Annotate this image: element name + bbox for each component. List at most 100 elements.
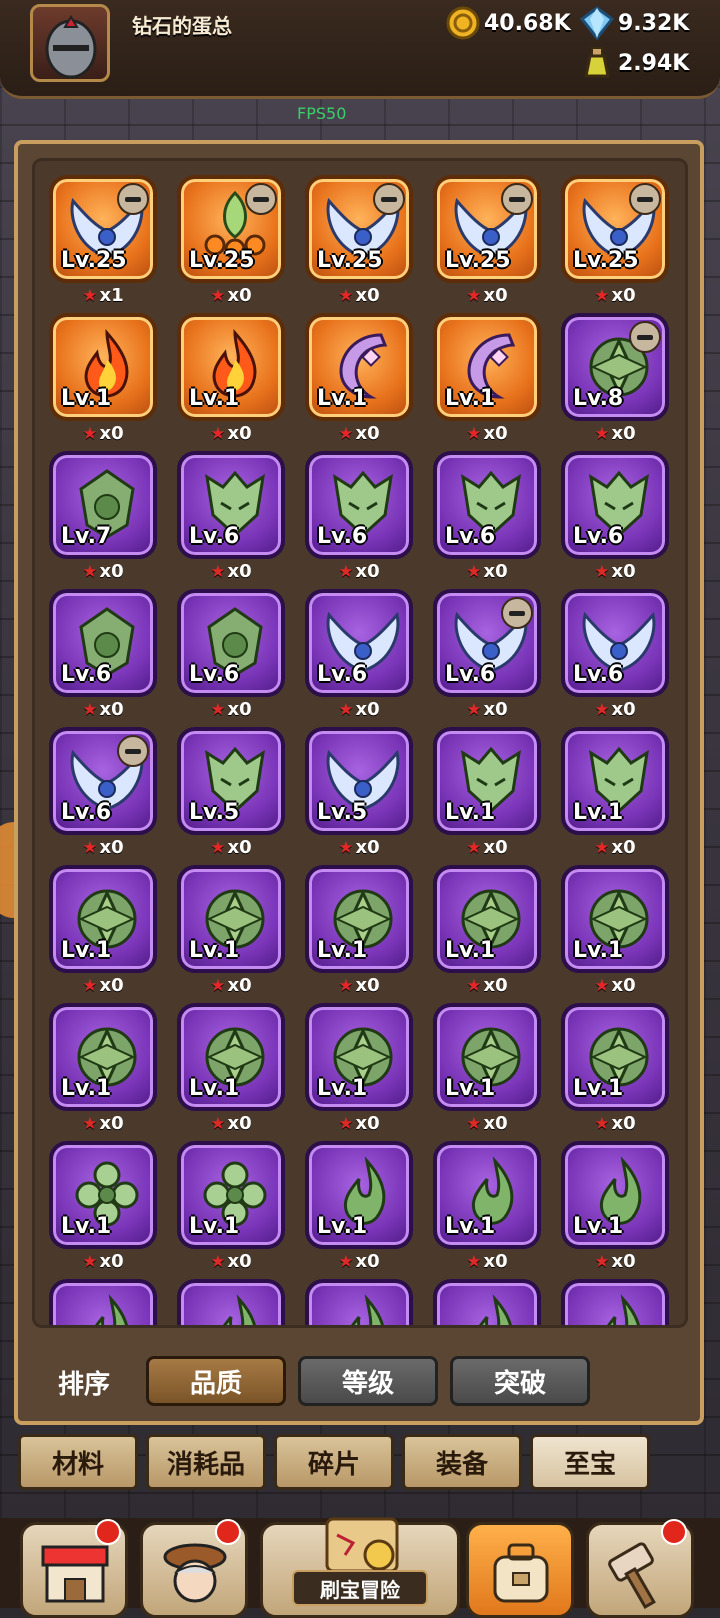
nav-hero-button[interactable] [140, 1519, 248, 1618]
inventory-slot[interactable] [433, 1279, 541, 1325]
tab-consumables[interactable]: 消耗品 [146, 1434, 266, 1490]
inventory-slot[interactable]: Lv.1 ★ x0 [49, 1003, 157, 1134]
sort-breakthrough-button[interactable]: 突破 [450, 1356, 590, 1406]
tab-materials[interactable]: 材料 [18, 1434, 138, 1490]
sort-quality-button[interactable]: 品质 [146, 1356, 286, 1406]
inventory-slot[interactable]: Lv.6 ★ x0 [177, 451, 285, 582]
treasure-item-card[interactable]: Lv.6 [177, 589, 285, 697]
inventory-slot[interactable]: Lv.25 ★ x0 [561, 175, 669, 306]
inventory-slot[interactable]: Lv.6 ★ x0 [177, 589, 285, 720]
inventory-slot[interactable] [305, 1279, 413, 1325]
treasure-item-card[interactable]: Lv.1 [49, 1141, 157, 1249]
treasure-item-card[interactable]: Lv.6 [433, 589, 541, 697]
inventory-slot[interactable]: Lv.1 ★ x0 [49, 865, 157, 996]
inventory-slot[interactable] [177, 1279, 285, 1325]
inventory-slot[interactable]: Lv.1 ★ x0 [433, 313, 541, 444]
treasure-item-card[interactable]: Lv.5 [305, 727, 413, 835]
inventory-slot[interactable]: Lv.1 ★ x0 [305, 1003, 413, 1134]
treasure-item-card[interactable]: Lv.25 [305, 175, 413, 283]
treasure-item-card[interactable]: Lv.1 [305, 865, 413, 973]
inventory-slot[interactable]: Lv.1 ★ x0 [561, 1003, 669, 1134]
treasure-item-card[interactable]: Lv.1 [305, 1003, 413, 1111]
treasure-item-card[interactable]: Lv.1 [433, 1003, 541, 1111]
treasure-item-card[interactable]: Lv.1 [177, 1003, 285, 1111]
inventory-slot[interactable]: Lv.1 ★ x0 [305, 865, 413, 996]
inventory-slot[interactable]: Lv.1 ★ x0 [433, 1141, 541, 1272]
treasure-item-card[interactable]: Lv.1 [177, 313, 285, 421]
treasure-item-card[interactable]: Lv.1 [49, 865, 157, 973]
gold-counter[interactable]: 40.68K [446, 6, 571, 40]
treasure-item-card[interactable]: Lv.1 [177, 1141, 285, 1249]
treasure-item-card[interactable]: Lv.25 [177, 175, 285, 283]
player-avatar[interactable] [30, 4, 110, 82]
treasure-item-card[interactable]: Lv.1 [433, 313, 541, 421]
treasure-item-card[interactable] [433, 1279, 541, 1325]
nav-forge-button[interactable] [586, 1519, 694, 1618]
inventory-slot[interactable]: Lv.1 ★ x0 [561, 865, 669, 996]
inventory-slot[interactable]: Lv.6 ★ x0 [433, 451, 541, 582]
tab-equipment[interactable]: 装备 [402, 1434, 522, 1490]
treasure-item-card[interactable]: Lv.1 [305, 1141, 413, 1249]
inventory-slot[interactable]: Lv.1 ★ x0 [49, 1141, 157, 1272]
inventory-slot[interactable]: Lv.6 ★ x0 [305, 451, 413, 582]
inventory-slot[interactable]: Lv.1 ★ x0 [177, 1003, 285, 1134]
treasure-item-card[interactable] [305, 1279, 413, 1325]
inventory-slot[interactable]: Lv.6 ★ x0 [433, 589, 541, 720]
inventory-slot[interactable] [49, 1279, 157, 1325]
inventory-slot[interactable]: Lv.5 ★ x0 [305, 727, 413, 858]
tab-fragments[interactable]: 碎片 [274, 1434, 394, 1490]
potion-counter[interactable]: 2.94K [580, 46, 689, 80]
treasure-item-card[interactable]: Lv.6 [561, 589, 669, 697]
treasure-item-card[interactable]: Lv.6 [177, 451, 285, 559]
treasure-item-card[interactable]: Lv.8 [561, 313, 669, 421]
treasure-item-card[interactable] [561, 1279, 669, 1325]
treasure-item-card[interactable]: Lv.25 [49, 175, 157, 283]
inventory-slot[interactable]: Lv.1 ★ x0 [433, 727, 541, 858]
inventory-slot[interactable]: Lv.1 ★ x0 [177, 1141, 285, 1272]
treasure-item-card[interactable]: Lv.1 [561, 1141, 669, 1249]
treasure-item-card[interactable]: Lv.1 [177, 865, 285, 973]
inventory-slot[interactable]: Lv.1 ★ x0 [433, 1003, 541, 1134]
inventory-slot[interactable]: Lv.1 ★ x0 [433, 865, 541, 996]
sort-level-button[interactable]: 等级 [298, 1356, 438, 1406]
inventory-slot[interactable]: Lv.1 ★ x0 [49, 313, 157, 444]
inventory-slot[interactable]: Lv.1 ★ x0 [177, 865, 285, 996]
inventory-slot[interactable]: Lv.6 ★ x0 [49, 589, 157, 720]
treasure-item-card[interactable]: Lv.6 [305, 589, 413, 697]
treasure-item-card[interactable]: Lv.6 [305, 451, 413, 559]
treasure-item-card[interactable]: Lv.6 [433, 451, 541, 559]
inventory-slot[interactable]: Lv.6 ★ x0 [305, 589, 413, 720]
inventory-slot[interactable]: Lv.5 ★ x0 [177, 727, 285, 858]
treasure-item-card[interactable]: Lv.1 [561, 1003, 669, 1111]
inventory-slot[interactable]: Lv.25 ★ x0 [177, 175, 285, 306]
inventory-slot[interactable]: Lv.1 ★ x0 [305, 313, 413, 444]
inventory-slot[interactable]: Lv.6 ★ x0 [49, 727, 157, 858]
inventory-slot[interactable]: Lv.25 ★ x0 [305, 175, 413, 306]
inventory-slot[interactable]: Lv.1 ★ x0 [305, 1141, 413, 1272]
tab-treasures[interactable]: 至宝 [530, 1434, 650, 1490]
inventory-slot[interactable] [561, 1279, 669, 1325]
treasure-item-card[interactable]: Lv.5 [177, 727, 285, 835]
treasure-item-card[interactable]: Lv.6 [49, 589, 157, 697]
treasure-item-card[interactable] [177, 1279, 285, 1325]
inventory-slot[interactable]: Lv.1 ★ x0 [561, 1141, 669, 1272]
treasure-item-card[interactable]: Lv.1 [561, 727, 669, 835]
treasure-item-card[interactable]: Lv.1 [305, 313, 413, 421]
treasure-item-card[interactable]: Lv.1 [49, 313, 157, 421]
treasure-item-card[interactable]: Lv.1 [433, 727, 541, 835]
treasure-item-card[interactable]: Lv.7 [49, 451, 157, 559]
inventory-slot[interactable]: Lv.1 ★ x0 [177, 313, 285, 444]
inventory-slot[interactable]: Lv.6 ★ x0 [561, 589, 669, 720]
treasure-item-card[interactable]: Lv.1 [49, 1003, 157, 1111]
inventory-slot[interactable]: Lv.8 ★ x0 [561, 313, 669, 444]
inventory-slot[interactable]: Lv.1 ★ x0 [561, 727, 669, 858]
treasure-item-card[interactable]: Lv.1 [433, 865, 541, 973]
inventory-slot[interactable]: Lv.6 ★ x0 [561, 451, 669, 582]
treasure-item-card[interactable] [49, 1279, 157, 1325]
nav-shop-button[interactable] [20, 1519, 128, 1618]
inventory-slot[interactable]: Lv.25 ★ x1 [49, 175, 157, 306]
treasure-item-card[interactable]: Lv.25 [433, 175, 541, 283]
treasure-item-card[interactable]: Lv.6 [49, 727, 157, 835]
treasure-item-card[interactable]: Lv.25 [561, 175, 669, 283]
treasure-item-card[interactable]: Lv.6 [561, 451, 669, 559]
